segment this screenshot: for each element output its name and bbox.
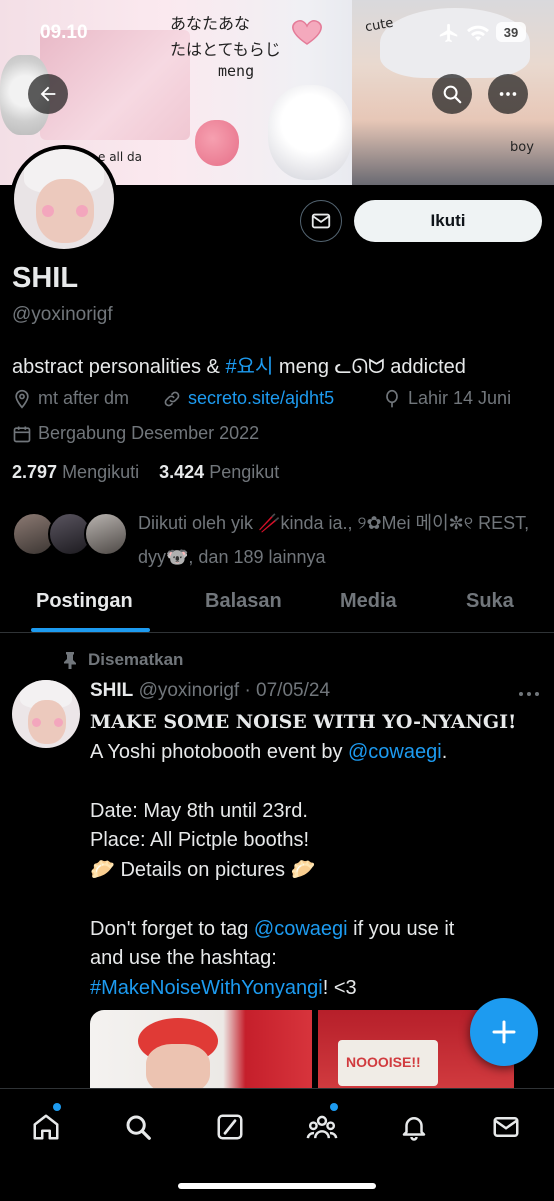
link-icon bbox=[164, 391, 180, 406]
pinned-label: Disematkan bbox=[88, 650, 184, 669]
following-link[interactable]: 2.797 Mengikuti bbox=[12, 462, 139, 482]
mention-link[interactable]: @cowaegi bbox=[348, 741, 442, 763]
status-time: 09.10 bbox=[40, 22, 88, 43]
profile-bio: abstract personalities & #요시 meng ᓚᘏᗢ ad… bbox=[12, 350, 466, 379]
post-author-name[interactable]: SHIL bbox=[90, 680, 133, 701]
post-author-avatar[interactable] bbox=[12, 680, 80, 748]
airplane-icon bbox=[438, 22, 460, 49]
post-tag-suffix: if you use it bbox=[347, 917, 455, 940]
profile-location: mt after dm bbox=[12, 388, 129, 409]
profile-stats: 2.797 Mengikuti 3.424 Pengikut bbox=[12, 462, 279, 483]
pin-icon bbox=[64, 652, 76, 669]
search-button[interactable] bbox=[432, 74, 472, 114]
battery-icon: 39 bbox=[496, 22, 526, 42]
post-tag-text: Don't forget to tag bbox=[90, 917, 254, 940]
pinned-indicator: Disematkan bbox=[62, 650, 183, 670]
post-hashtag-line: #MakeNoiseWithYonyangi! <3 bbox=[90, 974, 545, 1004]
communities-notification-dot bbox=[330, 1103, 338, 1111]
profile-tabs: Postingan Balasan Media Suka bbox=[0, 578, 554, 633]
calendar-icon bbox=[13, 426, 31, 442]
bio-text-prefix: abstract personalities & bbox=[12, 356, 226, 378]
post-header: SHIL @yoxinorigf · 07/05/24 bbox=[90, 680, 330, 702]
envelope-icon bbox=[493, 1117, 519, 1137]
post-place-line: Place: All Pictple booths! bbox=[90, 829, 310, 851]
profile-website[interactable]: secreto.site/ajdht5 bbox=[162, 388, 334, 409]
message-button[interactable] bbox=[300, 200, 342, 242]
arrow-left-icon bbox=[40, 86, 56, 102]
heart-icon bbox=[288, 18, 326, 46]
post-hashtag-intro: and use the hashtag: bbox=[90, 947, 277, 969]
wifi-icon bbox=[466, 24, 490, 47]
home-icon bbox=[33, 1114, 59, 1140]
post-media-image-1[interactable] bbox=[90, 1010, 312, 1090]
more-horizontal-icon bbox=[499, 92, 517, 96]
profile-name: SHIL bbox=[12, 262, 79, 294]
website-link[interactable]: secreto.site/ajdht5 bbox=[188, 388, 334, 409]
active-tab-indicator bbox=[31, 628, 150, 632]
plus-icon bbox=[492, 1020, 516, 1044]
post-line-1-text: A Yoshi photobooth event by bbox=[90, 740, 348, 763]
followers-count: 3.424 bbox=[159, 462, 205, 482]
search-icon bbox=[126, 1115, 151, 1140]
followers-label: Pengikut bbox=[209, 462, 280, 482]
joined-text: Bergabung Desember 2022 bbox=[38, 423, 260, 443]
balloon-icon bbox=[386, 389, 398, 407]
bio-text-suffix: meng ᓚᘏᗢ addicted bbox=[273, 356, 466, 378]
grok-icon bbox=[217, 1114, 243, 1140]
nav-search[interactable] bbox=[118, 1107, 158, 1147]
tab-posts[interactable]: Postingan bbox=[36, 590, 133, 613]
nav-messages[interactable] bbox=[486, 1107, 526, 1147]
home-indicator bbox=[178, 1183, 376, 1189]
post-body: MAKE SOME NOISE WITH YO-NYANGI! A Yoshi … bbox=[90, 708, 545, 1003]
post-details-line: 🥟 Details on pictures 🥟 bbox=[90, 858, 316, 881]
nav-notifications[interactable] bbox=[394, 1107, 434, 1147]
follower-avatar[interactable] bbox=[84, 512, 128, 556]
following-count: 2.797 bbox=[12, 462, 58, 482]
post-line-1: A Yoshi photobooth event by @cowaegi. bbox=[90, 738, 545, 768]
follow-button[interactable]: Ikuti bbox=[354, 200, 542, 242]
nav-grok[interactable] bbox=[210, 1107, 250, 1147]
location-pin-icon bbox=[15, 389, 29, 409]
post-line-1-end: . bbox=[441, 740, 448, 763]
strawberry-sticker bbox=[195, 120, 239, 166]
nav-communities[interactable] bbox=[302, 1107, 342, 1147]
followers-link[interactable]: 3.424 Pengikut bbox=[159, 462, 279, 482]
profile-birthday: Lahir 14 Juni bbox=[382, 388, 511, 409]
post-hashtag-suffix: ! <3 bbox=[322, 976, 357, 999]
post-date-line: Date: May 8th until 23rd. bbox=[90, 799, 308, 822]
birthday-text: Lahir 14 Juni bbox=[408, 388, 512, 408]
back-button[interactable] bbox=[28, 74, 68, 114]
post-handle-date: @yoxinorigf · 07/05/24 bbox=[138, 680, 331, 701]
search-icon bbox=[443, 85, 462, 104]
nav-home[interactable] bbox=[26, 1107, 66, 1147]
communities-icon bbox=[306, 1115, 338, 1139]
hashtag-link[interactable]: #MakeNoiseWithYonyangi bbox=[90, 977, 323, 999]
post-tag-line: Don't forget to tag @cowaegi if you use … bbox=[90, 915, 545, 945]
post-more-icon[interactable] bbox=[518, 686, 540, 704]
location-text: mt after dm bbox=[38, 388, 130, 408]
tab-replies[interactable]: Balasan bbox=[205, 590, 282, 613]
profile-joined: Bergabung Desember 2022 bbox=[12, 423, 259, 444]
banner-text-3: meng bbox=[218, 62, 255, 80]
envelope-icon bbox=[311, 213, 331, 229]
compose-button[interactable] bbox=[470, 998, 538, 1066]
banner-text-boy: boy bbox=[510, 140, 534, 155]
followed-by-text[interactable]: Diikuti oleh yik 🥢kinda ia., ୨✿Mei 메이✼୧ … bbox=[138, 506, 548, 574]
bell-icon bbox=[402, 1117, 426, 1141]
following-label: Mengikuti bbox=[62, 462, 140, 482]
post-title: MAKE SOME NOISE WITH YO-NYANGI! bbox=[90, 711, 517, 733]
profile-avatar[interactable] bbox=[10, 145, 118, 253]
tab-likes[interactable]: Suka bbox=[466, 590, 514, 613]
profile-handle: @yoxinorigf bbox=[12, 304, 113, 325]
banner-text-small: e all da bbox=[98, 150, 143, 164]
mention-link-2[interactable]: @cowaegi bbox=[254, 918, 348, 940]
bio-hashtag[interactable]: #요시 bbox=[225, 356, 273, 378]
tab-media[interactable]: Media bbox=[340, 590, 397, 613]
banner-text-1: あなたあな bbox=[170, 14, 251, 33]
home-notification-dot bbox=[53, 1103, 61, 1111]
more-button[interactable] bbox=[488, 74, 528, 114]
banner-text-2: たはとてもらじ bbox=[170, 40, 281, 59]
media-text: NOOOISE!! bbox=[346, 1054, 421, 1070]
white-cat-sticker bbox=[268, 85, 352, 180]
